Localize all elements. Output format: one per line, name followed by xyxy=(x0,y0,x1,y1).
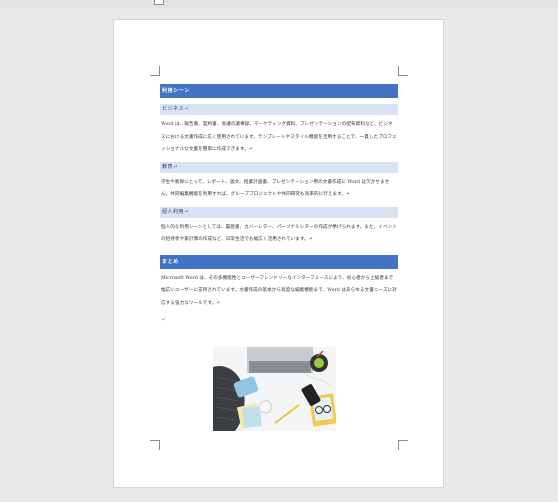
margin-corner-top-right xyxy=(398,66,408,76)
margin-corner-top-left xyxy=(150,66,160,76)
paragraph-education[interactable]: 学生や教師にとって、レポート、論文、授業計画書、プレゼンテーション用の文書作成に… xyxy=(160,177,398,202)
desk-photo[interactable] xyxy=(213,347,336,431)
empty-paragraph-mark[interactable]: ↵ xyxy=(160,315,398,325)
paragraph-summary[interactable]: Microsoft Word は、その多機能性とユーザーフレンドリーなインターフ… xyxy=(160,273,398,311)
paragraph-business[interactable]: Word は、報告書、契約書、会議の議事録、マーケティング資料、プレゼンテーショ… xyxy=(160,119,398,157)
indent-marker[interactable] xyxy=(154,0,164,5)
heading-usage-scenes[interactable]: 利用シーン xyxy=(160,84,398,98)
heading-summary[interactable]: まとめ xyxy=(160,254,398,269)
paragraph-personal-use[interactable]: 個人的な利用シーンとしては、履歴書、カバーレター、パーソナルレターの作成が挙げら… xyxy=(160,222,398,247)
subheading-business[interactable]: ビジネス↵ xyxy=(160,104,398,115)
subheading-personal-use[interactable]: 個人利用↵ xyxy=(160,206,398,218)
margin-corner-bottom-right xyxy=(398,440,408,450)
ruler-strip xyxy=(0,0,558,8)
subheading-education[interactable]: 教育↵ xyxy=(160,161,398,173)
document-body[interactable]: 利用シーン ビジネス↵ Word は、報告書、契約書、会議の議事録、マーケティン… xyxy=(160,84,398,325)
desk-photo-illustration xyxy=(213,347,336,431)
margin-corner-bottom-left xyxy=(150,440,160,450)
document-page[interactable]: 利用シーン ビジネス↵ Word は、報告書、契約書、会議の議事録、マーケティン… xyxy=(114,20,443,487)
